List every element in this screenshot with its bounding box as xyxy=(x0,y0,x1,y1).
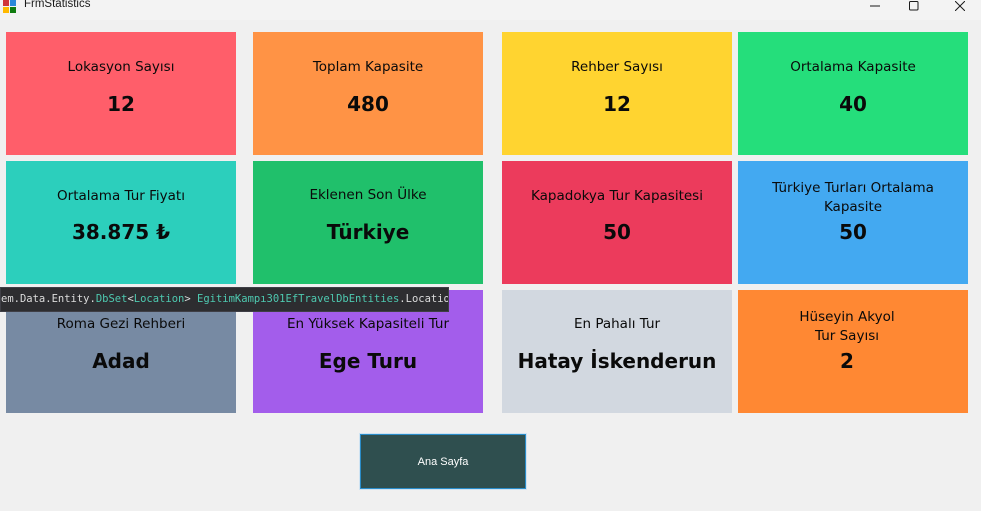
card-value: Ege Turu xyxy=(318,349,418,373)
tooltip-member: .Location { xyxy=(399,293,448,305)
close-icon xyxy=(955,1,965,11)
tooltip-namespace: em.Data.Entity. xyxy=(1,293,96,305)
card-value: Adad xyxy=(92,349,150,373)
app-icon xyxy=(3,0,16,13)
maximize-button[interactable] xyxy=(891,0,937,12)
card-value: 12 xyxy=(603,92,631,116)
tooltip-context-type: EgitimKampı301EfTravelDbEntities xyxy=(197,293,400,305)
card-guide-count: Rehber Sayısı 12 xyxy=(502,32,732,155)
card-location-count: Lokasyon Sayısı 12 xyxy=(6,32,236,155)
code-tooltip: em.Data.Entity.DbSet<Location> EgitimKam… xyxy=(0,287,449,312)
card-label-line2: Tur Sayısı xyxy=(815,328,879,344)
window-title: FrmStatistics xyxy=(24,0,91,10)
card-huseyin-akyol-tour-count: Hüseyin Akyol Tur Sayısı 2 xyxy=(738,290,968,413)
card-average-capacity: Ortalama Kapasite 40 xyxy=(738,32,968,155)
card-cappadocia-capacity: Kapadokya Tur Kapasitesi 50 xyxy=(502,161,732,284)
card-label: Ortalama Tur Fiyatı xyxy=(57,188,185,204)
card-label-line1: Hüseyin Akyol xyxy=(799,309,895,325)
card-label: Eklenen Son Ülke xyxy=(309,187,427,203)
card-value: 2 xyxy=(840,349,854,373)
card-label: Lokasyon Sayısı xyxy=(67,59,175,75)
card-total-capacity: Toplam Kapasite 480 xyxy=(253,32,483,155)
card-label-line1: Türkiye Turları Ortalama xyxy=(772,180,934,196)
tooltip-location-type: Location xyxy=(133,293,185,305)
card-average-tour-price: Ortalama Tur Fiyatı 38.875 ₺ xyxy=(6,161,236,284)
card-label: Kapadokya Tur Kapasitesi xyxy=(531,188,703,204)
title-bar: FrmStatistics xyxy=(0,0,981,20)
card-value: 50 xyxy=(839,220,867,244)
card-label: Roma Gezi Rehberi xyxy=(56,316,186,332)
card-label: En Pahalı Tur xyxy=(573,316,661,332)
card-label-line2: Kapasite xyxy=(823,199,883,215)
close-button[interactable] xyxy=(937,0,981,12)
tooltip-bracket-close: > xyxy=(184,293,197,305)
card-turkey-tours-average-capacity: Türkiye Turları Ortalama Kapasite 50 xyxy=(738,161,968,284)
home-button[interactable]: Ana Sayfa xyxy=(359,433,527,490)
card-value: 40 xyxy=(839,92,867,116)
minimize-icon xyxy=(870,5,880,7)
tooltip-dbset-type: DbSet xyxy=(95,293,128,305)
card-value: Türkiye xyxy=(326,220,410,244)
maximize-icon xyxy=(909,1,919,11)
card-value: 12 xyxy=(107,92,135,116)
card-value: 480 xyxy=(347,92,389,116)
card-value: Hatay İskenderun xyxy=(517,349,717,373)
card-label: Ortalama Kapasite xyxy=(790,59,916,75)
card-most-expensive-tour: En Pahalı Tur Hatay İskenderun xyxy=(502,290,732,413)
card-value: 50 xyxy=(603,220,631,244)
card-label: En Yüksek Kapasiteli Tur xyxy=(286,316,450,332)
card-value: 38.875 ₺ xyxy=(71,220,171,244)
card-label: Toplam Kapasite xyxy=(312,59,424,75)
card-last-added-country: Eklenen Son Ülke Türkiye xyxy=(253,161,483,284)
card-label: Rehber Sayısı xyxy=(571,59,663,75)
